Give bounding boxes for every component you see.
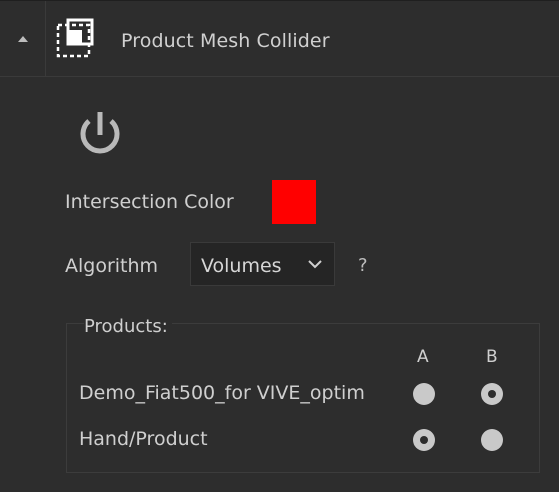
mesh-collider-panel: Product Mesh Collider Intersection Color…	[0, 0, 559, 492]
column-header-b: B	[486, 347, 498, 367]
algorithm-value: Volumes	[201, 255, 282, 277]
algorithm-dropdown[interactable]: Volumes	[190, 242, 335, 286]
triangle-up-icon	[17, 36, 28, 42]
product-row-label: Hand/Product	[79, 428, 208, 450]
component-header: Product Mesh Collider	[0, 1, 559, 77]
radio-row2-b[interactable]	[481, 429, 503, 451]
radio-row1-a[interactable]	[413, 383, 435, 405]
component-title: Product Mesh Collider	[121, 30, 330, 52]
algorithm-label: Algorithm	[65, 255, 159, 277]
mesh-collider-icon	[56, 18, 94, 58]
products-title: Products:	[84, 316, 172, 337]
column-header-a: A	[417, 347, 429, 367]
intersection-color-swatch[interactable]	[272, 180, 316, 224]
help-icon[interactable]: ?	[358, 255, 368, 276]
intersection-color-label: Intersection Color	[65, 191, 234, 213]
radio-row1-b[interactable]	[481, 383, 503, 405]
power-icon[interactable]	[72, 105, 128, 161]
chevron-down-icon	[308, 260, 322, 269]
product-row-label: Demo_Fiat500_for VIVE_optim	[79, 382, 365, 404]
radio-row2-a[interactable]	[413, 429, 435, 451]
collapse-button[interactable]	[0, 1, 46, 77]
